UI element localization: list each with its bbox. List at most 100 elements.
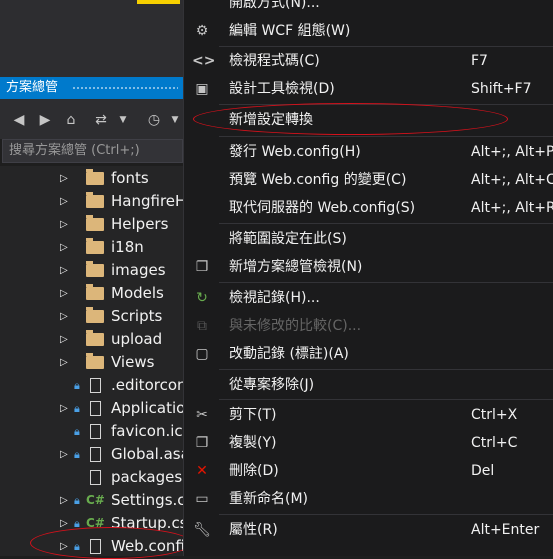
menu-item-view-history[interactable]: ↻ 檢視記錄(H)... xyxy=(184,284,553,312)
back-icon[interactable]: ◀ xyxy=(10,111,28,129)
menu-item-open-with[interactable]: 開啟方式(N)... xyxy=(184,0,553,17)
delete-icon: ✕ xyxy=(196,463,208,479)
tree-item[interactable]: ▷ images xyxy=(0,259,183,282)
menu-item-view-code[interactable]: <> 檢視程式碼(C) F7 xyxy=(184,47,553,75)
highlight-ellipse xyxy=(30,527,192,559)
tree-item[interactable]: ▷ 🔒︎ C# Settings.cs xyxy=(0,489,183,512)
menu-item-label: 重新命名(M) xyxy=(229,491,309,507)
solution-tree: ▷ fonts ▷ HangfireH ▷ Helpers ▷ i18n ▷ i… xyxy=(0,166,183,556)
lock-icon: 🔒︎ xyxy=(74,448,80,461)
expand-arrow-icon[interactable]: ▷ xyxy=(60,443,68,466)
menu-item-label: 開啟方式(N)... xyxy=(229,0,320,11)
menu-item-label: 複製(Y) xyxy=(229,435,277,451)
lock-icon: 🔒︎ xyxy=(74,379,80,392)
menu-item-properties[interactable]: 🔧︎ 屬性(R) Alt+Enter xyxy=(184,516,553,544)
menu-item-annotate[interactable]: ▢ 改動記錄 (標註)(A) xyxy=(184,340,553,368)
folder-icon xyxy=(86,353,104,369)
tree-item[interactable]: ▷ i18n xyxy=(0,236,183,259)
tree-item-label: Models xyxy=(111,284,164,302)
tree-item[interactable]: 🔒︎ .editorcon xyxy=(0,374,183,397)
expand-arrow-icon[interactable]: ▷ xyxy=(60,213,68,236)
expand-arrow-icon[interactable]: ▷ xyxy=(60,236,68,259)
expand-arrow-icon[interactable]: ▷ xyxy=(60,282,68,305)
expand-arrow-icon[interactable]: ▷ xyxy=(60,305,68,328)
chevron-down-icon[interactable]: ▼ xyxy=(166,111,184,129)
menu-item-label: 屬性(R) xyxy=(229,522,278,538)
sync-icon[interactable]: ⇄ xyxy=(92,111,110,129)
tree-item[interactable]: ▷ 🔒︎ Global.asa xyxy=(0,443,183,466)
history-icon[interactable]: ◷ xyxy=(145,111,163,129)
menu-separator xyxy=(219,369,553,370)
lock-icon: 🔒︎ xyxy=(74,402,80,415)
tree-item[interactable]: ▷ fonts xyxy=(0,167,183,190)
menu-item-publish-web-config[interactable]: 發行 Web.config(H) Alt+;, Alt+P xyxy=(184,138,553,166)
tree-item[interactable]: ▷ Views xyxy=(0,351,183,374)
tree-item-label: fonts xyxy=(111,169,149,187)
expand-arrow-icon[interactable]: ▷ xyxy=(60,397,68,420)
history-icon: ↻ xyxy=(196,290,208,306)
menu-item-rename[interactable]: ▭ 重新命名(M) xyxy=(184,485,553,513)
file-icon xyxy=(90,378,101,393)
menu-item-label: 新增方案總管檢視(N) xyxy=(229,259,363,275)
expand-arrow-icon[interactable]: ▷ xyxy=(60,328,68,351)
chevron-down-icon[interactable]: ▼ xyxy=(114,111,132,129)
menu-item-replace-server-config[interactable]: 取代伺服器的 Web.config(S) Alt+;, Alt+R xyxy=(184,194,553,222)
solution-search-input[interactable]: 搜尋方案總管 (Ctrl+;) xyxy=(2,139,183,163)
menu-item-new-explorer-view[interactable]: ❐ 新增方案總管檢視(N) xyxy=(184,253,553,281)
menu-item-label: 取代伺服器的 Web.config(S) xyxy=(229,200,416,216)
menu-item-copy[interactable]: ❐ 複製(Y) Ctrl+C xyxy=(184,429,553,457)
menu-separator xyxy=(219,399,553,400)
menu-item-shortcut: F7 xyxy=(471,53,488,69)
menu-item-compare-unmodified[interactable]: ⧉ 與未修改的比較(C)... xyxy=(184,312,553,340)
tree-item[interactable]: ▷ upload xyxy=(0,328,183,351)
solution-explorer-title: 方案總管 xyxy=(6,80,59,95)
menu-item-label: 將範圍設定在此(S) xyxy=(229,231,347,247)
tree-item-label: Views xyxy=(111,353,155,371)
expand-arrow-icon[interactable]: ▷ xyxy=(60,259,68,282)
menu-item-cut[interactable]: ✂ 剪下(T) Ctrl+X xyxy=(184,401,553,429)
tree-item-label: Settings.cs xyxy=(111,491,183,509)
solution-explorer-titlebar[interactable]: 方案總管 xyxy=(0,77,183,99)
tree-item[interactable]: ▷ 🔒︎ Application xyxy=(0,397,183,420)
tree-item[interactable]: ▷ Helpers xyxy=(0,213,183,236)
menu-item-designer[interactable]: ▣ 設計工具檢視(D) Shift+F7 xyxy=(184,75,553,103)
file-icon xyxy=(90,470,101,485)
menu-item-scope-to-this[interactable]: 將範圍設定在此(S) xyxy=(184,225,553,253)
tree-item-label: Scripts xyxy=(111,307,163,325)
expand-arrow-icon[interactable]: ▷ xyxy=(60,167,68,190)
code-icon: <> xyxy=(192,53,216,69)
tree-item[interactable]: ▷ HangfireH xyxy=(0,190,183,213)
menu-item-label: 檢視記錄(H)... xyxy=(229,290,320,306)
drag-grip[interactable] xyxy=(72,86,178,91)
icon-file-icon xyxy=(90,424,101,439)
solution-explorer-toolbar: ◀ ▶ ⌂ ⇄ ▼ ◷ ▼ xyxy=(0,99,183,139)
expand-arrow-icon[interactable]: ▷ xyxy=(60,351,68,374)
new-view-icon: ❐ xyxy=(195,259,209,275)
expand-arrow-icon[interactable]: ▷ xyxy=(60,190,68,213)
menu-item-delete[interactable]: ✕ 刪除(D) Del xyxy=(184,457,553,485)
menu-item-label: 改動記錄 (標註)(A) xyxy=(229,346,349,362)
forward-icon[interactable]: ▶ xyxy=(36,111,54,129)
context-menu: 開啟方式(N)... ⚙ 編輯 WCF 組態(W) <> 檢視程式碼(C) F7… xyxy=(183,0,553,556)
csharp-file-icon: C# xyxy=(86,493,105,507)
tree-item[interactable]: packages.c xyxy=(0,466,183,489)
menu-item-edit-wcf[interactable]: ⚙ 編輯 WCF 組態(W) xyxy=(184,17,553,45)
tree-item[interactable]: 🔒︎ favicon.ico xyxy=(0,420,183,443)
menu-item-label: 設計工具檢視(D) xyxy=(229,81,335,97)
menu-item-label: 預覽 Web.config 的變更(C) xyxy=(229,172,407,188)
menu-separator xyxy=(219,136,553,137)
menu-item-shortcut: Alt+;, Alt+R xyxy=(471,200,553,216)
home-icon[interactable]: ⌂ xyxy=(62,111,80,129)
tree-item-label: favicon.ico xyxy=(111,422,183,440)
lock-icon: 🔒︎ xyxy=(74,494,80,507)
menu-item-preview-changes[interactable]: 預覽 Web.config 的變更(C) Alt+;, Alt+C xyxy=(184,166,553,194)
menu-item-label: 從專案移除(J) xyxy=(229,377,315,393)
menu-separator xyxy=(219,223,553,224)
scissors-icon: ✂ xyxy=(196,407,208,423)
tree-item[interactable]: ▷ Scripts xyxy=(0,305,183,328)
expand-arrow-icon[interactable]: ▷ xyxy=(60,489,68,512)
tree-item-label: Global.asa xyxy=(111,445,183,463)
compare-icon: ⧉ xyxy=(197,318,207,334)
menu-item-exclude-from-project[interactable]: 從專案移除(J) xyxy=(184,371,553,399)
tree-item[interactable]: ▷ Models xyxy=(0,282,183,305)
